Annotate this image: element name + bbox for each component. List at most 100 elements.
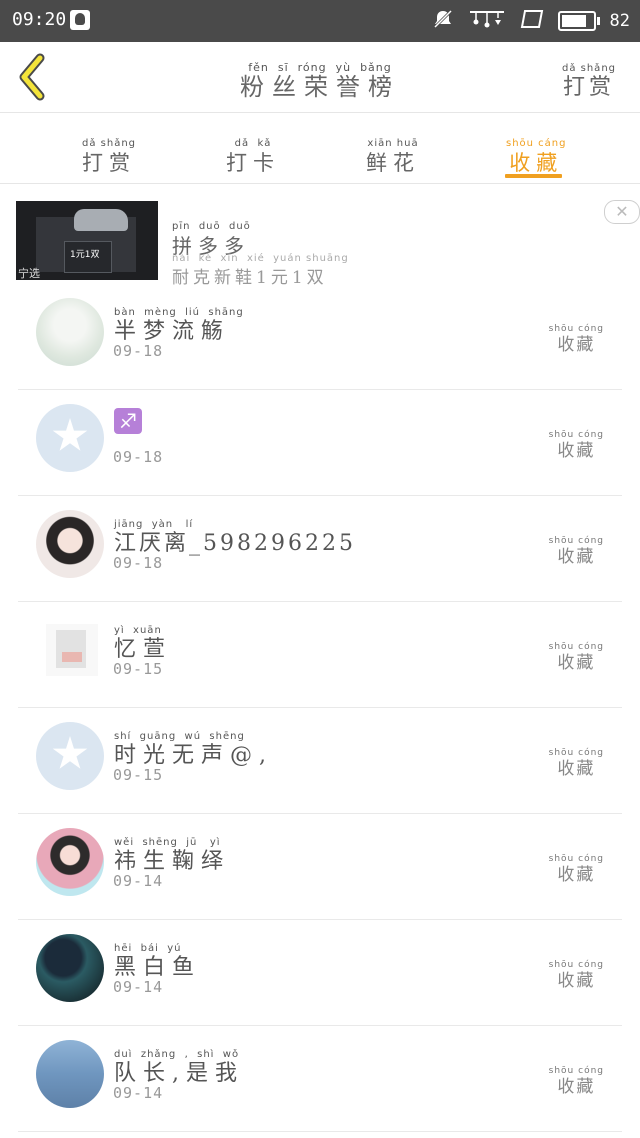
list-item[interactable]: duì zhǎng , shì wǒ 队长,是我 09-14 shōu cóng 收… <box>18 1026 622 1132</box>
list-item[interactable]: ♐ 09-18 shōu cóng 收藏 <box>18 390 622 496</box>
collect-pinyin: shōu cóng <box>548 430 604 440</box>
collect-pinyin: shōu cóng <box>548 748 604 758</box>
reward-label: 打赏 <box>562 75 615 100</box>
tab-flowers[interactable]: xiān huā 鲜花 <box>366 131 420 176</box>
collect-text: 收藏 <box>557 1077 596 1097</box>
user-name-pinyin: jiāng yàn lí <box>114 519 194 530</box>
user-name-pinyin: duì zhǎng , shì wǒ <box>114 1049 240 1060</box>
user-name-pinyin: yì xuān <box>114 625 162 636</box>
collect-pinyin: shōu cóng <box>548 960 604 970</box>
collect-label: shōu cóng 收藏 <box>549 846 604 885</box>
list-item[interactable]: jiāng yàn lí 江厌离_598296225 09-18 shōu cón… <box>18 496 622 602</box>
user-name: shí guāng wú shēng 时光无声@, <box>114 724 273 769</box>
ad-image-tag: 1元1双 <box>70 250 100 260</box>
list-item[interactable]: shí guāng wú shēng 时光无声@, 09-15 shōu cóng… <box>18 708 622 814</box>
shoe-image <box>74 209 128 231</box>
user-name-pinyin: shí guāng wú shēng <box>114 731 245 742</box>
collect-text: 收藏 <box>557 653 596 673</box>
page-title: fěn sī róng yù bǎng 粉丝荣誉榜 <box>0 56 640 101</box>
collect-pinyin: shōu cóng <box>548 854 604 864</box>
tab-label: 打卡 <box>226 151 280 175</box>
collect-pinyin: shōu cóng <box>548 536 604 546</box>
user-name: hēi bái yú 黑白鱼 <box>114 936 201 981</box>
user-name: ♐ <box>114 406 142 434</box>
status-bar: 09:20 82 <box>0 0 640 42</box>
ad-image-corner: 宁选 <box>18 267 40 280</box>
avatar[interactable] <box>46 624 98 676</box>
tab-collect[interactable]: shōu cáng 收藏 <box>506 131 567 176</box>
reward-button[interactable]: dǎ shǎng 打赏 <box>562 56 616 101</box>
status-time: 09:20 <box>12 9 67 30</box>
collect-text: 收藏 <box>557 759 596 779</box>
collect-label: shōu cóng 收藏 <box>549 422 604 461</box>
avatar[interactable] <box>36 510 104 578</box>
mute-icon <box>432 8 454 34</box>
reward-pinyin: dǎ shǎng <box>561 63 616 74</box>
avatar[interactable] <box>36 934 104 1002</box>
user-name: bàn mèng liú shāng 半梦流觞 <box>114 300 244 345</box>
tab-pinyin: dǎ shǎng <box>82 138 137 149</box>
tab-label: 打赏 <box>82 151 136 175</box>
battery-level: 82 <box>609 11 630 31</box>
battery-icon <box>557 11 600 31</box>
collect-text: 收藏 <box>557 971 596 991</box>
collect-label: shōu cóng 收藏 <box>549 740 604 779</box>
ad-image[interactable]: 1元1双 宁选 <box>16 201 158 280</box>
collect-text: 收藏 <box>557 547 596 567</box>
user-name-pinyin: bàn mèng liú shāng <box>114 307 244 318</box>
collect-text: 收藏 <box>557 865 596 885</box>
date: 09-18 <box>113 554 164 572</box>
collect-label: shōu cóng 收藏 <box>549 316 604 355</box>
user-name-pinyin: hēi bái yú <box>114 943 182 954</box>
collect-text: 收藏 <box>557 441 596 461</box>
user-name: wěi shēng jū yì 祎生鞠绎 <box>114 830 230 875</box>
ad-banner[interactable]: 1元1双 宁选 pīn duō duō 拼多多 nài kè xīn xié y… <box>0 184 640 288</box>
default-avatar-icon[interactable] <box>36 722 104 790</box>
list-item[interactable]: yì xuān 忆萱 09-15 shōu cóng 收藏 <box>18 602 622 708</box>
page-title-text: 粉丝荣誉榜 <box>240 73 400 101</box>
ad-brand-pinyin: pīn duō duō <box>172 221 251 232</box>
collect-pinyin: shōu cóng <box>548 642 604 652</box>
chime-icon <box>468 9 506 33</box>
date: 09-14 <box>113 1084 164 1102</box>
tab-label: 鲜花 <box>366 151 420 175</box>
avatar[interactable] <box>36 828 104 896</box>
collect-pinyin: shōu cóng <box>548 324 604 334</box>
sagittarius-icon: ♐ <box>114 408 142 434</box>
collect-text: 收藏 <box>557 335 596 355</box>
user-name: duì zhǎng , shì wǒ 队长,是我 <box>114 1042 244 1087</box>
tab-checkin[interactable]: dǎ kǎ 打卡 <box>226 131 280 176</box>
date: 09-15 <box>113 766 164 784</box>
tab-pinyin: xiān huā <box>367 138 419 149</box>
tab-pinyin: shōu cáng <box>506 138 567 149</box>
date: 09-14 <box>113 872 164 890</box>
user-name: yì xuān 忆萱 <box>114 618 172 663</box>
collect-label: shōu cóng 收藏 <box>549 1058 604 1097</box>
ad-close-button[interactable]: ✕ <box>604 200 640 224</box>
tab-pinyin: dǎ kǎ <box>234 138 272 149</box>
date: 09-14 <box>113 978 164 996</box>
date: 09-15 <box>113 660 164 678</box>
ad-desc-pinyin: nài kè xīn xié yuán shuāng <box>172 253 349 264</box>
user-name-pinyin: wěi shēng jū yì <box>114 837 221 848</box>
collect-pinyin: shōu cóng <box>548 1066 604 1076</box>
date: 09-18 <box>113 342 164 360</box>
default-avatar-icon[interactable] <box>36 404 104 472</box>
avatar[interactable] <box>36 298 104 366</box>
tab-reward[interactable]: dǎ shǎng 打赏 <box>82 131 136 176</box>
date: 09-18 <box>113 448 164 466</box>
active-tab-indicator <box>505 174 562 178</box>
status-icons: 82 <box>432 6 630 36</box>
user-name: jiāng yàn lí 江厌离_598296225 <box>114 512 356 557</box>
collector-list: bàn mèng liú shāng 半梦流觞 09-18 shōu cóng 收藏… <box>0 284 640 1132</box>
avatar[interactable] <box>36 1040 104 1108</box>
collect-label: shōu cóng 收藏 <box>549 528 604 567</box>
tab-label: 收藏 <box>509 151 564 175</box>
screen-icon <box>520 9 544 33</box>
list-item[interactable]: wěi shēng jū yì 祎生鞠绎 09-14 shōu cóng 收藏 <box>18 814 622 920</box>
list-item[interactable]: hēi bái yú 黑白鱼 09-14 shōu cóng 收藏 <box>18 920 622 1026</box>
collect-label: shōu cóng 收藏 <box>549 952 604 991</box>
app-header: fěn sī róng yù bǎng 粉丝荣誉榜 dǎ shǎng 打赏 <box>0 42 640 113</box>
qq-icon <box>70 10 90 30</box>
list-item[interactable]: bàn mèng liú shāng 半梦流觞 09-18 shōu cóng 收藏 <box>18 284 622 390</box>
